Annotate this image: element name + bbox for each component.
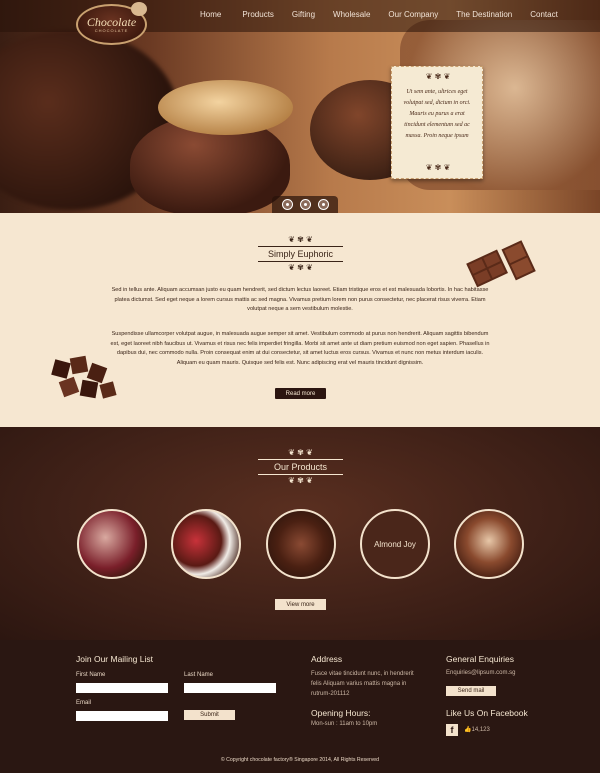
product-circle-2[interactable] bbox=[171, 509, 241, 579]
chocolate-pile-image bbox=[51, 355, 117, 399]
product-circle-1[interactable] bbox=[77, 509, 147, 579]
nav-wholesale[interactable]: Wholesale bbox=[333, 10, 370, 19]
read-more-button[interactable]: Read more bbox=[275, 388, 326, 399]
copyright-text: © Copyright chocolate factory® Singapore… bbox=[220, 757, 380, 763]
products-section: ❦ ✾ ❦ Our Products ❦ ✾ ❦ Almond Joy View… bbox=[0, 427, 600, 640]
facebook-icon[interactable]: f bbox=[446, 724, 458, 736]
email-input[interactable] bbox=[76, 711, 168, 721]
hero-quote-card: ❦ ✾ ❦ Ut sem ante, ultrices eget volutpa… bbox=[391, 66, 483, 179]
products-title-box: ❦ ✾ ❦ Our Products ❦ ✾ ❦ bbox=[258, 449, 343, 485]
euphoric-paragraph-2: Suspendisse ullamcorper volutpat augue, … bbox=[110, 331, 490, 366]
logo[interactable]: Chocolate CHOCOLATE bbox=[76, 2, 147, 45]
product-circle-4[interactable]: Almond Joy bbox=[360, 509, 430, 579]
hero-walnut bbox=[158, 80, 293, 135]
nav-contact[interactable]: Contact bbox=[530, 10, 558, 19]
main-nav: Home Products Gifting Wholesale Our Comp… bbox=[200, 10, 576, 19]
first-name-label: First Name bbox=[76, 672, 106, 678]
slider-dot-2[interactable] bbox=[299, 199, 311, 210]
logo-text: Chocolate bbox=[86, 15, 137, 29]
address-text: Fusce vitae tincidunt nunc, in hendrerit… bbox=[311, 671, 414, 697]
product-circle-3[interactable] bbox=[266, 509, 336, 579]
nav-our-company[interactable]: Our Company bbox=[388, 10, 438, 19]
mailing-list-heading: Join Our Mailing List bbox=[76, 654, 154, 664]
hero-quote-text: Ut sem ante, ultrices eget volutpat sed,… bbox=[403, 89, 471, 139]
logo-subtext: CHOCOLATE bbox=[94, 28, 129, 33]
facebook-likes[interactable]: 👍14,123 bbox=[464, 725, 490, 735]
hero-banner: Chocolate CHOCOLATE Home Products Giftin… bbox=[0, 0, 600, 213]
nav-home[interactable]: Home bbox=[200, 10, 221, 19]
enquiries-email[interactable]: Enquiries@lipsum.com.sg bbox=[446, 668, 515, 678]
ornament-icon: ❦ ✾ ❦ bbox=[288, 263, 313, 272]
ornament-icon: ❦ ✾ ❦ bbox=[425, 163, 451, 172]
nav-products[interactable]: Products bbox=[242, 10, 274, 19]
logo-bonbon-icon bbox=[131, 2, 147, 16]
footer: Join Our Mailing List First Name Last Na… bbox=[0, 640, 600, 773]
view-more-button[interactable]: View more bbox=[275, 599, 326, 610]
ornament-icon: ❦ ✾ ❦ bbox=[425, 72, 451, 81]
facebook-likes-count: 14,123 bbox=[471, 727, 490, 733]
slider-dots bbox=[272, 196, 338, 213]
last-name-label: Last Name bbox=[184, 672, 214, 678]
product-label: Almond Joy bbox=[374, 539, 416, 549]
enquiries-heading: General Enquiries bbox=[446, 654, 515, 664]
last-name-input[interactable] bbox=[184, 683, 276, 693]
slider-dot-3[interactable] bbox=[317, 199, 329, 210]
slider-dot-1[interactable] bbox=[281, 199, 293, 210]
ornament-icon: ❦ ✾ ❦ bbox=[288, 448, 313, 457]
section-title: Simply Euphoric bbox=[258, 246, 343, 262]
submit-button[interactable]: Submit bbox=[184, 710, 235, 720]
nav-the-destination[interactable]: The Destination bbox=[456, 10, 512, 19]
address-heading: Address bbox=[311, 654, 343, 664]
ornament-icon: ❦ ✾ ❦ bbox=[288, 235, 313, 244]
opening-hours-text: Mon-sun : 11am to 10pm bbox=[311, 721, 378, 727]
send-mail-button[interactable]: Send mail bbox=[446, 686, 496, 696]
section-title: Our Products bbox=[258, 459, 343, 475]
email-label: Email bbox=[76, 700, 92, 706]
first-name-input[interactable] bbox=[76, 683, 168, 693]
facebook-heading: Like Us On Facebook bbox=[446, 708, 528, 718]
euphoric-paragraph-1: Sed in tellus ante. Aliquam accumsan jus… bbox=[111, 287, 489, 312]
ornament-icon: ❦ ✾ ❦ bbox=[288, 476, 313, 485]
opening-hours-heading: Opening Hours: bbox=[311, 708, 371, 718]
nav-gifting[interactable]: Gifting bbox=[292, 10, 315, 19]
euphoric-section: ❦ ✾ ❦ Simply Euphoric ❦ ✾ ❦ Sed in tellu… bbox=[0, 213, 600, 427]
euphoric-title-box: ❦ ✾ ❦ Simply Euphoric ❦ ✾ ❦ bbox=[258, 236, 343, 272]
product-circle-5[interactable] bbox=[454, 509, 524, 579]
